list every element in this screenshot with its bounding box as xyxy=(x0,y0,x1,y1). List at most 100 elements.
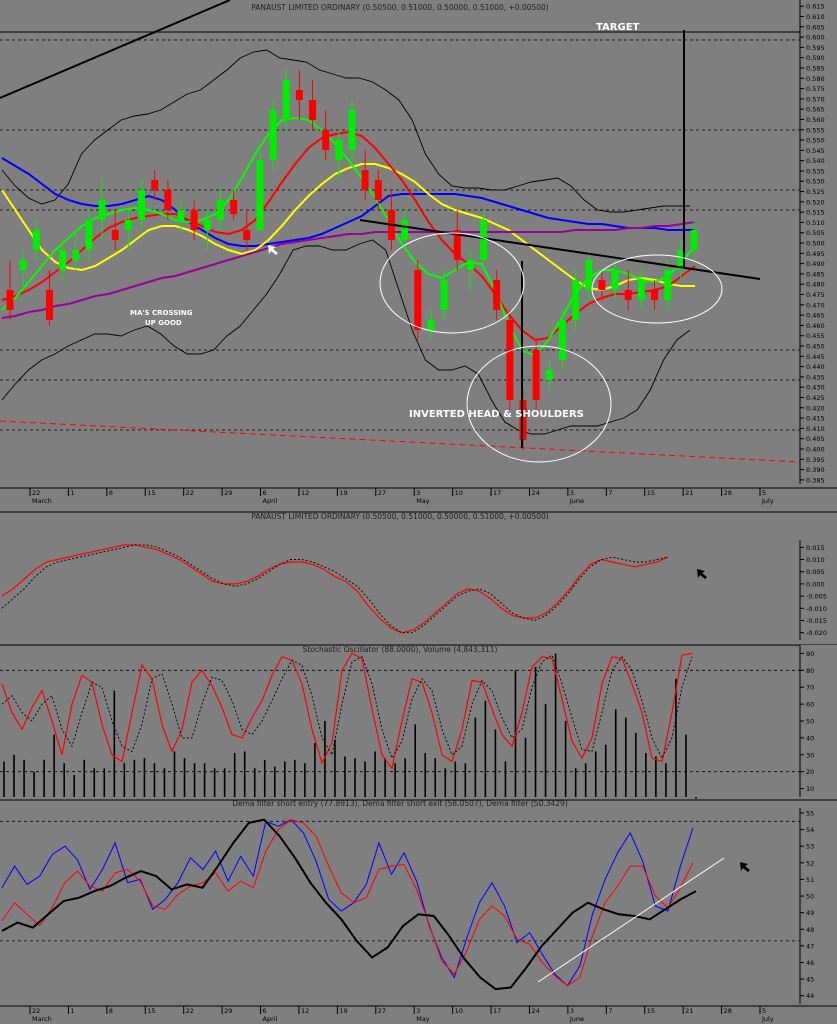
date-tick-label: 29 xyxy=(224,1007,232,1015)
candle-body xyxy=(690,230,698,250)
y-tick-label: 0.560 xyxy=(806,116,825,124)
candle-body xyxy=(598,280,606,290)
candle-body xyxy=(32,230,40,250)
y-tick-label: 0.605 xyxy=(806,23,825,31)
date-tick-label: 19 xyxy=(339,489,347,497)
candle-body xyxy=(216,200,224,220)
y-tick-label: 10 xyxy=(806,785,814,793)
date-tick-label: 12 xyxy=(301,1007,309,1015)
candle-body xyxy=(585,260,593,290)
y-tick-label: -0.015 xyxy=(806,617,827,625)
y-tick-label: 0.575 xyxy=(806,85,825,93)
y-tick-label: 0.545 xyxy=(806,147,825,155)
candle-body xyxy=(269,110,277,160)
y-tick-label: 45 xyxy=(806,976,814,984)
candle-body xyxy=(243,230,251,240)
y-tick-label: 0.580 xyxy=(806,75,825,83)
date-tick-label: 5 xyxy=(762,489,766,497)
candle-body xyxy=(164,190,172,210)
y-tick-label: 90 xyxy=(806,650,814,658)
y-tick-label: 0.570 xyxy=(806,95,825,103)
month-label: July xyxy=(761,497,774,505)
y-tick-label: 0.480 xyxy=(806,281,825,289)
month-label: June xyxy=(569,1015,584,1023)
month-label: July xyxy=(761,1015,774,1023)
y-tick-label: 0.500 xyxy=(806,240,825,248)
y-tick-label: 80 xyxy=(806,667,814,675)
y-tick-label: 0.530 xyxy=(806,178,825,186)
y-tick-label: 0.595 xyxy=(806,44,825,52)
date-tick-label: 5 xyxy=(762,1007,766,1015)
candle-body xyxy=(72,250,80,260)
y-tick-label: 0.540 xyxy=(806,157,825,165)
date-tick-label: 10 xyxy=(455,489,463,497)
y-tick-label: 40 xyxy=(806,734,814,742)
y-tick-label: 55 xyxy=(806,809,814,817)
y-tick-label: 0.515 xyxy=(806,209,825,217)
date-tick-label: 6 xyxy=(263,489,267,497)
candle-body xyxy=(151,180,159,190)
y-tick-label: 0.585 xyxy=(806,64,825,72)
y-tick-label: 0.000 xyxy=(806,580,825,588)
y-tick-label: 0.510 xyxy=(806,219,825,227)
y-tick-label: 0.460 xyxy=(806,322,825,330)
y-tick-label: 0.430 xyxy=(806,384,825,392)
y-tick-label: 51 xyxy=(806,876,814,884)
date-tick-label: 15 xyxy=(147,1007,155,1015)
y-tick-label: 0.615 xyxy=(806,3,825,11)
y-tick-label: 0.425 xyxy=(806,394,825,402)
candle-body xyxy=(611,270,619,290)
candle-body xyxy=(256,160,264,230)
date-tick-label: 22 xyxy=(186,489,194,497)
date-tick-label: 7 xyxy=(608,1007,612,1015)
date-tick-label: 15 xyxy=(647,489,655,497)
candle-body xyxy=(545,370,553,380)
candle-body xyxy=(203,220,211,230)
candle-body xyxy=(427,320,435,330)
stock-chart-screenshot: PANAUST LIMITED ORDINARY (0.50500, 0.510… xyxy=(0,0,837,1024)
candle-body xyxy=(493,280,501,310)
date-tick-label: 24 xyxy=(531,489,539,497)
y-tick-label: 0.445 xyxy=(806,353,825,361)
date-tick-label: 29 xyxy=(224,489,232,497)
y-tick-label: 44 xyxy=(806,992,814,1000)
y-tick-label: 0.555 xyxy=(806,126,825,134)
y-tick-label: 0.535 xyxy=(806,167,825,175)
date-tick-label: 10 xyxy=(455,1007,463,1015)
y-tick-label: 53 xyxy=(806,843,814,851)
date-tick-label: 12 xyxy=(301,489,309,497)
y-tick-label: 50 xyxy=(806,893,814,901)
date-tick-label: 17 xyxy=(493,489,501,497)
ma-crossing-label-2: UP GOOD xyxy=(145,319,182,327)
y-tick-label: 0.390 xyxy=(806,466,825,474)
y-tick-label: 0.440 xyxy=(806,363,825,371)
month-label: April xyxy=(263,497,278,505)
ma-crossing-label: MA'S CROSSING xyxy=(130,309,193,317)
y-tick-label: -0.010 xyxy=(806,605,827,613)
y-tick-label: 0.400 xyxy=(806,445,825,453)
date-tick-label: 27 xyxy=(378,1007,386,1015)
y-tick-label: 60 xyxy=(806,701,814,709)
date-tick-label: 28 xyxy=(724,1007,732,1015)
date-tick-label: 17 xyxy=(493,1007,501,1015)
y-tick-label: 54 xyxy=(806,826,814,834)
date-tick-label: 22 xyxy=(32,1007,40,1015)
y-tick-label: 0.590 xyxy=(806,54,825,62)
y-tick-label: 20 xyxy=(806,768,814,776)
candle-body xyxy=(177,210,185,220)
date-tick-label: 3 xyxy=(570,489,574,497)
date-tick-label: 22 xyxy=(186,1007,194,1015)
y-tick-label: 0.475 xyxy=(806,291,825,299)
candle-body xyxy=(572,280,580,320)
oscillator-panel-title: PANAUST LIMITED ORDINARY (0.50500, 0.510… xyxy=(251,512,549,521)
y-tick-label: 48 xyxy=(806,926,814,934)
date-tick-label: 3 xyxy=(570,1007,574,1015)
y-tick-label: 0.550 xyxy=(806,137,825,145)
candle-body xyxy=(361,170,369,190)
candle-body xyxy=(335,140,343,160)
y-tick-label: 0.610 xyxy=(806,13,825,21)
month-label: May xyxy=(416,497,430,505)
candle-body xyxy=(506,320,514,400)
candle-body xyxy=(651,290,659,300)
candle-body xyxy=(558,320,566,360)
